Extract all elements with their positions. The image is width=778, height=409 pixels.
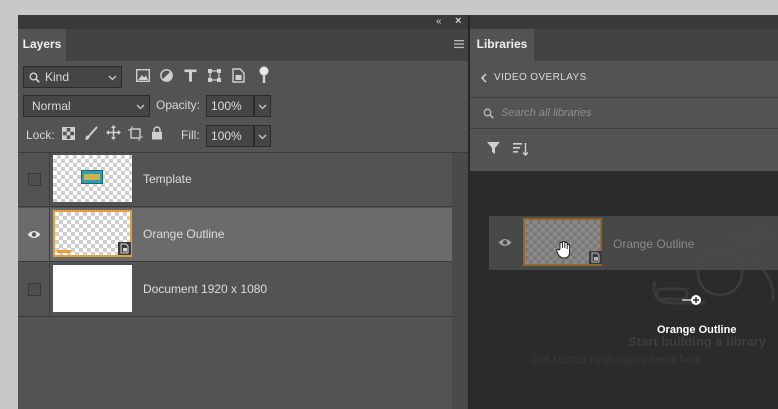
- lock-image-pixels-icon[interactable]: [84, 126, 98, 141]
- orange-outline-mark: [57, 250, 71, 253]
- search-icon: [483, 108, 494, 119]
- smart-object-badge-icon: [118, 242, 131, 255]
- panel-title-bar: [470, 15, 778, 29]
- drag-item-name: Orange Outline: [613, 237, 695, 251]
- blend-mode-value: Normal: [32, 99, 71, 113]
- opacity-value: 100%: [211, 99, 242, 113]
- panel-divider[interactable]: [468, 15, 470, 409]
- collapse-panels-icon[interactable]: «: [436, 16, 442, 27]
- lock-label: Lock:: [26, 128, 55, 142]
- layer-thumbnail: [53, 155, 132, 202]
- visibility-toggle[interactable]: [18, 153, 50, 207]
- filter-toggle-icon[interactable]: [259, 66, 269, 84]
- layer-row-template[interactable]: Template: [18, 153, 452, 207]
- drag-tooltip: Orange Outline: [657, 324, 737, 336]
- hand-cursor-icon: [556, 241, 571, 259]
- fill-value: 100%: [211, 129, 242, 143]
- divider: [470, 97, 778, 98]
- opacity-input[interactable]: 100%: [206, 95, 254, 117]
- chevron-down-icon: [108, 75, 117, 81]
- layer-thumbnail: [53, 210, 132, 257]
- blend-mode-select[interactable]: Normal: [23, 95, 150, 117]
- lock-position-icon[interactable]: [106, 125, 121, 140]
- visibility-toggle[interactable]: [18, 208, 50, 262]
- filter-adjustment-layers-icon[interactable]: [160, 69, 173, 82]
- library-search-input[interactable]: Search all libraries: [501, 107, 591, 119]
- layers-panel: « × Layers Kind Normal Opacity: 100% Loc…: [18, 15, 468, 409]
- panel-title-bar: « ×: [18, 15, 468, 29]
- sort-icon[interactable]: [513, 142, 529, 156]
- layer-row-orange-outline[interactable]: Orange Outline: [18, 208, 452, 262]
- filter-kind-label: Kind: [45, 70, 70, 84]
- opacity-label: Opacity:: [156, 98, 201, 112]
- layer-name: Template: [143, 172, 192, 186]
- layer-name: Orange Outline: [143, 227, 225, 241]
- filter-pixel-layers-icon[interactable]: [136, 69, 150, 82]
- photoshop-workspace: { "layers_panel": { "tab_label": "Layers…: [0, 0, 778, 409]
- opacity-dropdown-button[interactable]: [254, 95, 271, 117]
- visibility-off-box: [28, 283, 41, 296]
- smart-object-badge-icon: [589, 251, 602, 264]
- template-thumbnail-art: [81, 170, 103, 184]
- layer-name: Document 1920 x 1080: [143, 282, 268, 296]
- layer-thumbnail: [53, 265, 132, 312]
- panel-menu-icon[interactable]: [454, 39, 464, 49]
- divider: [470, 128, 778, 129]
- close-panel-icon[interactable]: ×: [455, 15, 461, 27]
- chevron-down-icon: [258, 104, 267, 110]
- fill-dropdown-button[interactable]: [254, 125, 271, 147]
- template-thumbnail-art: [84, 174, 100, 180]
- filter-kind-select[interactable]: Kind: [23, 66, 122, 88]
- lock-transparent-pixels-icon[interactable]: [62, 127, 75, 140]
- drag-preview-item: Orange Outline: [489, 216, 778, 270]
- layers-scrollbar[interactable]: [452, 153, 468, 409]
- visibility-toggle[interactable]: [18, 263, 50, 317]
- eye-icon: [498, 239, 512, 246]
- libraries-panel: Libraries VIDEO OVERLAYS Search all libr…: [470, 15, 778, 409]
- search-icon: [29, 72, 40, 83]
- filter-shape-layers-icon[interactable]: [208, 69, 221, 82]
- fill-label: Fill:: [181, 128, 200, 142]
- filter-icon[interactable]: [487, 142, 500, 154]
- fill-input[interactable]: 100%: [206, 125, 254, 147]
- empty-state-title: Start building a library: [628, 334, 766, 349]
- chevron-down-icon: [258, 134, 267, 140]
- eye-icon: [27, 231, 41, 238]
- layer-row-document[interactable]: Document 1920 x 1080: [18, 263, 452, 317]
- filter-smart-objects-icon[interactable]: [232, 68, 245, 83]
- chevron-down-icon: [136, 104, 145, 110]
- library-breadcrumb[interactable]: VIDEO OVERLAYS: [494, 72, 587, 83]
- lock-artboard-icon[interactable]: [128, 126, 143, 141]
- tab-libraries[interactable]: Libraries: [470, 29, 534, 62]
- library-drop-area[interactable]: Start building a library Get started by …: [470, 171, 778, 409]
- add-cursor-icon: [682, 295, 701, 305]
- tab-layers[interactable]: Layers: [18, 29, 66, 62]
- filter-type-layers-icon[interactable]: [184, 69, 197, 82]
- back-chevron-icon[interactable]: [481, 73, 487, 83]
- empty-state-text: Get started by dragging items here: [532, 354, 702, 366]
- panel-tab-bar: [18, 29, 468, 61]
- visibility-off-box: [28, 173, 41, 186]
- lock-all-icon[interactable]: [151, 126, 163, 140]
